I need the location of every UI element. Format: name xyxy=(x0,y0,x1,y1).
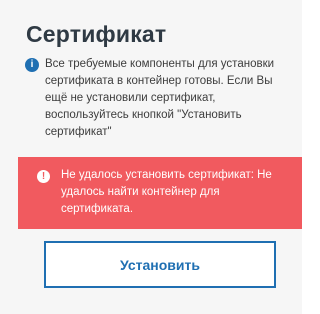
info-message: i Все требуемые компоненты для установки… xyxy=(25,56,275,141)
page-title: Сертификат xyxy=(26,21,167,47)
exclamation-icon: ! xyxy=(37,170,50,183)
install-button[interactable]: Установить xyxy=(44,241,276,288)
error-alert: ! Не удалось установить сертификат: Не у… xyxy=(18,157,302,229)
info-icon: i xyxy=(25,58,39,72)
error-text: Не удалось установить сертификат: Не уда… xyxy=(61,169,272,215)
certificate-panel: Сертификат i Все требуемые компоненты дл… xyxy=(0,0,302,314)
info-text: Все требуемые компоненты для установки с… xyxy=(45,58,275,138)
